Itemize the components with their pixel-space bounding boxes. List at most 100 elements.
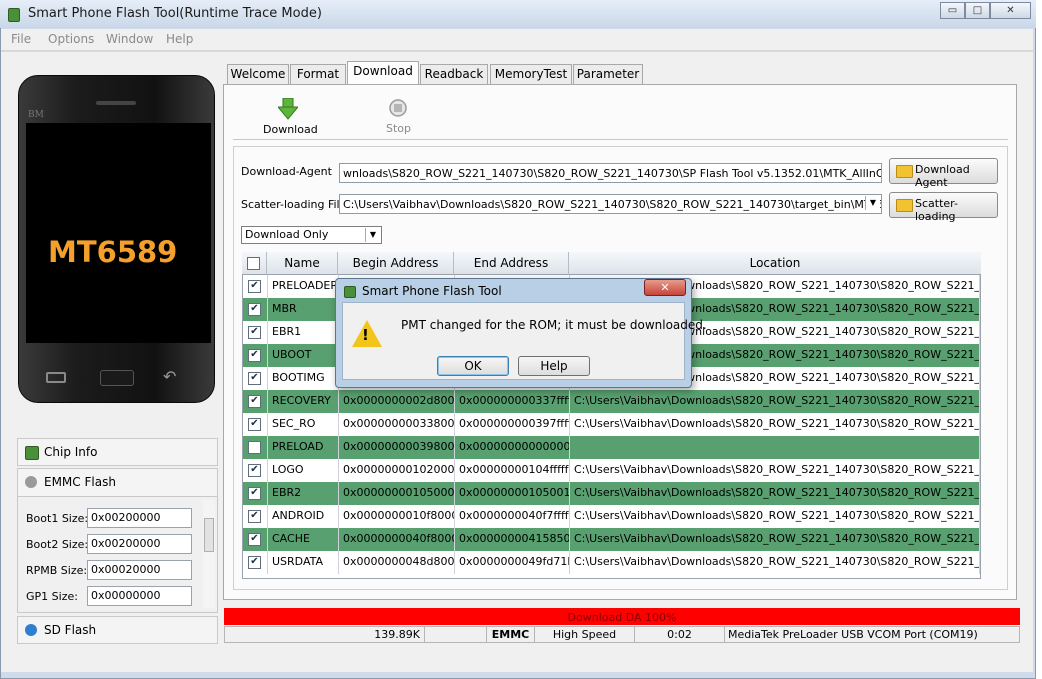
close-button[interactable]: ✕: [990, 2, 1031, 19]
emmc-flash-section[interactable]: EMMC Flash: [17, 468, 218, 497]
table-row[interactable]: ✔ CACHE 0x0000000040f80000 0x00000000415850…: [243, 528, 980, 551]
dialog-title: Smart Phone Flash Tool: [362, 284, 502, 298]
begin-address: 0x0000000003380000: [339, 413, 455, 436]
row-checkbox-cell[interactable]: [243, 436, 268, 459]
end-address: 0x0000000041585087: [455, 528, 570, 551]
end-address: 0x000000000337ffff: [455, 390, 570, 413]
boot2-size-field[interactable]: 0x00200000: [87, 534, 192, 554]
row-checkbox[interactable]: ✔: [248, 418, 261, 431]
row-checkbox[interactable]: ✔: [248, 395, 261, 408]
row-checkbox-cell[interactable]: ✔: [243, 413, 268, 436]
tab-welcome[interactable]: Welcome: [227, 64, 289, 84]
chevron-down-icon[interactable]: ▼: [365, 228, 380, 242]
table-row[interactable]: ✔ RECOVERY0x0000000002d800000x00000000033…: [243, 390, 980, 413]
column-header-end-address[interactable]: End Address: [454, 252, 569, 275]
phone-back-key-icon: ↶: [163, 367, 177, 386]
minimize-button[interactable]: ▭: [940, 2, 965, 19]
dialog-close-button[interactable]: ✕: [644, 279, 686, 296]
row-checkbox-cell[interactable]: ✔: [243, 505, 268, 528]
partition-location: C:\Users\Vaibhav\Downloads\S820_ROW_S221…: [570, 413, 980, 436]
row-checkbox[interactable]: ✔: [248, 464, 261, 477]
boot1-size-field[interactable]: 0x00200000: [87, 508, 192, 528]
row-checkbox-cell[interactable]: ✔: [243, 344, 268, 367]
download-agent-field[interactable]: wnloads\S820_ROW_S221_140730\S820_ROW_S2…: [339, 163, 882, 183]
begin-address: 0x0000000003980000: [339, 436, 455, 459]
rpmb-size-field[interactable]: 0x00020000: [87, 560, 192, 580]
scatter-file-value: C:\Users\Vaibhav\Downloads\S820_ROW_S221…: [343, 198, 882, 211]
partition-location: C:\Users\Vaibhav\Downloads\S820_ROW_S221…: [570, 551, 980, 574]
chip-info-label: Chip Info: [44, 445, 98, 459]
table-row[interactable]: ✔ ANDROID 0x0000000010f80000 0x0000000040f7…: [243, 505, 980, 528]
chip-icon: [25, 446, 39, 460]
maximize-button[interactable]: □: [965, 2, 990, 19]
emmc-scroll-thumb[interactable]: [204, 518, 214, 552]
partition-name: SEC_RO: [268, 413, 339, 436]
phone-screen: [26, 123, 211, 343]
table-row[interactable]: ✔ USRDATA0x0000000048d800000x0000000049fd…: [243, 551, 980, 574]
row-checkbox-cell[interactable]: ✔: [243, 275, 268, 298]
partition-name: EBR2: [268, 482, 339, 505]
row-checkbox[interactable]: ✔: [248, 556, 261, 569]
row-checkbox-cell[interactable]: ✔: [243, 321, 268, 344]
row-checkbox[interactable]: ✔: [248, 349, 261, 362]
sd-flash-label: SD Flash: [44, 623, 97, 637]
row-checkbox[interactable]: ✔: [248, 280, 261, 293]
gp1-size-field[interactable]: 0x00000000: [87, 586, 192, 606]
download-agent-button[interactable]: Download Agent: [889, 158, 998, 189]
row-checkbox-cell[interactable]: ✔: [243, 459, 268, 482]
row-checkbox[interactable]: ✔: [248, 510, 261, 523]
row-checkbox[interactable]: ✔: [248, 487, 261, 500]
menu-window[interactable]: Window: [106, 32, 153, 46]
row-checkbox-cell[interactable]: ✔: [243, 551, 268, 574]
partition-table-header: Name Begin Address End Address Location: [242, 252, 981, 275]
row-checkbox-cell[interactable]: ✔: [243, 298, 268, 321]
table-row[interactable]: ✔ SEC_RO0x00000000033800000x000000000397f…: [243, 413, 980, 436]
status-bar: 139.89K EMMC High Speed 0:02 MediaTek Pr…: [224, 626, 1020, 643]
scatter-loading-button-label: Scatter-loading: [915, 197, 958, 223]
row-checkbox[interactable]: ✔: [248, 326, 261, 339]
tab-download[interactable]: Download: [347, 61, 419, 85]
column-header-location[interactable]: Location: [569, 252, 981, 275]
row-checkbox[interactable]: ✔: [248, 372, 261, 385]
help-button[interactable]: Help: [518, 356, 590, 376]
select-all-checkbox[interactable]: [247, 257, 260, 270]
scatter-file-field[interactable]: C:\Users\Vaibhav\Downloads\S820_ROW_S221…: [339, 194, 882, 214]
tab-parameter[interactable]: Parameter: [573, 64, 643, 84]
status-port: MediaTek PreLoader USB VCOM Port (COM19): [728, 628, 978, 641]
row-checkbox[interactable]: ✔: [248, 303, 261, 316]
boot2-size-label: Boot2 Size:: [26, 538, 89, 551]
table-row[interactable]: ✔ EBR20x00000000105000000x00000000105001f…: [243, 482, 980, 505]
tab-format[interactable]: Format: [290, 64, 346, 84]
row-checkbox-cell[interactable]: ✔: [243, 482, 268, 505]
menu-help[interactable]: Help: [166, 32, 193, 46]
row-checkbox-cell[interactable]: ✔: [243, 367, 268, 390]
ok-button[interactable]: OK: [437, 356, 509, 376]
chip-info-section[interactable]: Chip Info: [17, 438, 218, 466]
phone-model: MT6589: [48, 235, 178, 269]
partition-name: ANDROID: [268, 505, 339, 528]
tab-readback[interactable]: Readback: [420, 64, 488, 84]
table-row[interactable]: ✔ LOGO0x00000000102000000x00000000104ffff…: [243, 459, 980, 482]
column-header-begin-address[interactable]: Begin Address: [338, 252, 454, 275]
download-toolbar-button[interactable]: Download: [262, 96, 318, 136]
scatter-loading-button[interactable]: Scatter-loading: [889, 192, 998, 223]
status-speed: 139.89K: [225, 627, 425, 642]
download-mode-select[interactable]: Download Only ▼: [241, 226, 382, 244]
emmc-scrollbar[interactable]: [203, 500, 215, 608]
row-checkbox[interactable]: ✔: [248, 533, 261, 546]
menu-options[interactable]: Options: [48, 32, 94, 46]
column-header-name[interactable]: Name: [267, 252, 338, 275]
boot1-size-label: Boot1 Size:: [26, 512, 89, 525]
stop-toolbar-button[interactable]: Stop: [378, 96, 418, 136]
window-title: Smart Phone Flash Tool(Runtime Trace Mod…: [28, 6, 322, 21]
chevron-down-icon[interactable]: ▼: [865, 196, 880, 210]
table-row[interactable]: PRELOAD0x00000000039800000x0000000000000…: [243, 436, 980, 459]
select-all-cell[interactable]: [242, 252, 267, 275]
begin-address: 0x0000000010500000: [339, 482, 455, 505]
row-checkbox-cell[interactable]: ✔: [243, 390, 268, 413]
sd-flash-section[interactable]: SD Flash: [17, 616, 218, 644]
menu-file[interactable]: File: [11, 32, 31, 46]
tab-memorytest[interactable]: MemoryTest: [490, 64, 572, 84]
row-checkbox[interactable]: [248, 441, 261, 454]
row-checkbox-cell[interactable]: ✔: [243, 528, 268, 551]
